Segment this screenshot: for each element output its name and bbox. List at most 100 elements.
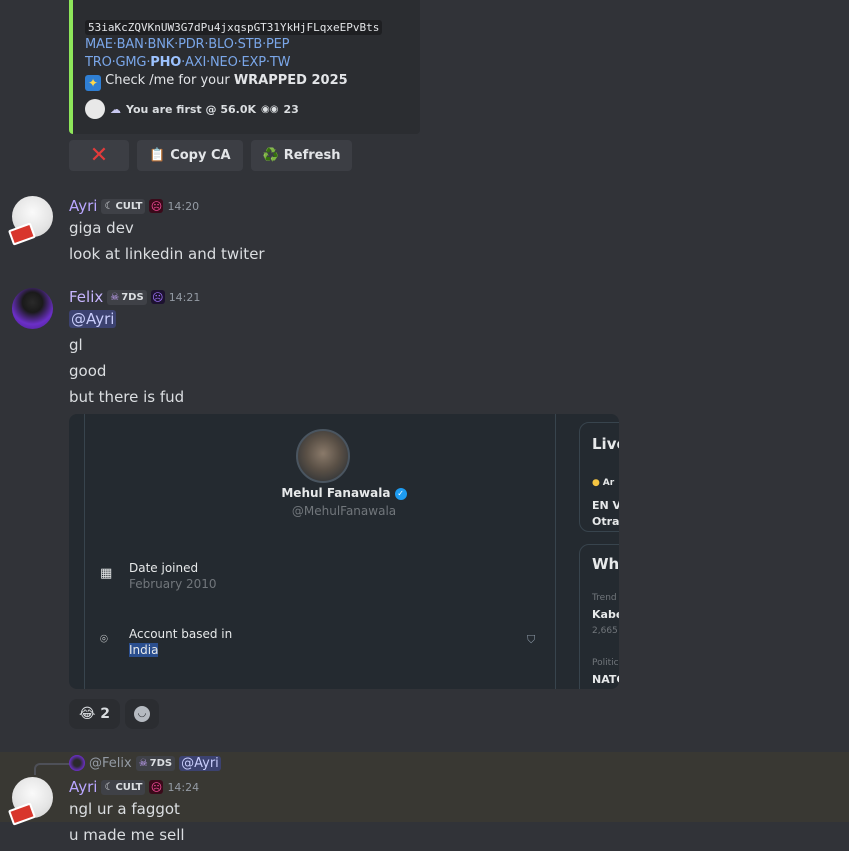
skull-icon: ☠: [110, 291, 120, 303]
clan-tag-label: 7DS: [121, 291, 144, 303]
link-row-1: MAE·BAN·BNK·PDR·BLO·STB·PEP: [85, 37, 290, 52]
link-pdr[interactable]: PDR: [178, 37, 204, 52]
add-reaction-button[interactable]: ◡: [125, 699, 159, 729]
side-card-small: ● Ar: [592, 478, 614, 488]
wrapped-prefix: Check /me for your: [105, 73, 234, 88]
reply-avatar: [69, 755, 85, 771]
message-line: giga dev: [69, 219, 134, 237]
link-exp[interactable]: EXP: [242, 55, 267, 70]
footer-text: You are first @ 56.0K: [126, 102, 257, 116]
account-based-label: Account based in: [129, 627, 233, 641]
reaction-laugh[interactable]: 😂 2: [69, 699, 120, 729]
account-based-value: India: [129, 643, 159, 657]
message-line: u made me sell: [69, 826, 185, 844]
side-card-title: Live: [592, 435, 619, 453]
link-blo[interactable]: BLO: [208, 37, 234, 52]
link-tro[interactable]: TRO: [85, 55, 112, 70]
emoji-icon: ●: [592, 478, 600, 488]
calendar-icon: ▦: [100, 566, 113, 581]
link-bnk[interactable]: BNK: [148, 37, 175, 52]
politics-label: Politic: [592, 658, 619, 668]
link-stb[interactable]: STB: [238, 37, 263, 52]
skull-icon: ☠: [138, 757, 148, 769]
action-buttons: ✕ 📋 Copy CA ♻️ Refresh: [69, 140, 353, 171]
link-ban[interactable]: BAN: [117, 37, 144, 52]
cross-icon: ✕: [89, 142, 109, 168]
link-row-2: TRO·GMG·PHO·AXI·NEO·EXP·TW: [85, 55, 290, 70]
side-card-whats-happening: Wh Trend Kabe 2,665 Politic NATC: [579, 544, 619, 689]
moon-icon: ☾: [104, 200, 114, 212]
trend-count: 2,665: [592, 626, 618, 636]
trend-label: Trend: [592, 593, 617, 603]
clan-tag[interactable]: ☾ CULT: [101, 198, 146, 214]
username[interactable]: Ayri: [69, 778, 97, 796]
ghost-icon: ☁: [110, 102, 121, 116]
link-pho[interactable]: PHO: [150, 55, 181, 70]
link-axi[interactable]: AXI: [185, 55, 206, 70]
moon-icon: ☾: [104, 781, 114, 793]
side-card-small-text: Ar: [602, 478, 615, 488]
reaction-count: 2: [100, 706, 111, 722]
wrapped-bold: WRAPPED 2025: [233, 73, 348, 88]
copy-ca-button[interactable]: 📋 Copy CA: [137, 140, 243, 171]
eyes-icon: ◉◉: [261, 103, 279, 115]
date-joined-value: February 2010: [129, 577, 217, 591]
profile-name: Mehul Fanawala: [281, 486, 391, 500]
side-card-live: Live ● Ar EN V Otra: [579, 422, 619, 532]
message-line: ngl ur a faggot: [69, 800, 180, 818]
message-line: gl: [69, 336, 83, 354]
profile-handle: @MehulFanawala: [291, 504, 397, 518]
divider: [84, 414, 85, 689]
message-line: look at linkedin and twiter: [69, 245, 265, 263]
message-line: good: [69, 362, 107, 380]
contract-address[interactable]: 53iaKcZQVKnUW3G7dPu4jxqspGT31YkHjFLqxeEP…: [85, 20, 383, 35]
username[interactable]: Felix: [69, 288, 103, 306]
clan-tag[interactable]: ☠ 7DS: [107, 289, 147, 305]
footer-count: 23: [283, 102, 299, 116]
copy-ca-label: Copy CA: [170, 148, 231, 163]
side-card-title: Wh: [592, 555, 619, 573]
embed-footer: ☁ You are first @ 56.0K ◉◉ 23: [85, 99, 299, 119]
date-joined-label: Date joined: [129, 561, 199, 575]
clipboard-icon: 📋: [149, 148, 166, 163]
avatar-felix[interactable]: [12, 288, 53, 329]
account-based-value-text: India: [129, 643, 159, 657]
side-card-line: Otra: [592, 515, 619, 528]
avatar-badge-icon: [7, 222, 37, 246]
user-mention[interactable]: @Ayri: [69, 310, 117, 328]
reply-connector: [34, 763, 70, 775]
role-icon: ☹: [149, 780, 164, 794]
clan-tag-label: 7DS: [149, 757, 173, 769]
reply-mention[interactable]: @Ayri: [179, 755, 221, 771]
politics-name: NATC: [592, 673, 619, 686]
username[interactable]: Ayri: [69, 197, 97, 215]
profile-avatar: [296, 429, 350, 483]
clan-tag[interactable]: ☾ CULT: [101, 779, 146, 795]
image-attachment[interactable]: Mehul Fanawala ✓ @MehulFanawala ▦ Date j…: [69, 414, 619, 689]
refresh-button[interactable]: ♻️ Refresh: [250, 140, 353, 171]
shield-icon: ⛉: [527, 633, 536, 646]
message-line: @Ayri: [69, 310, 117, 328]
link-tw[interactable]: TW: [270, 55, 291, 70]
sparkle-icon: ✦: [85, 75, 101, 91]
message-line: but there is fud: [69, 388, 185, 406]
footer-avatar: [85, 99, 105, 119]
link-pep[interactable]: PEP: [266, 37, 289, 52]
role-icon: ☹: [150, 290, 165, 304]
side-card-line: EN V: [592, 499, 619, 512]
refresh-label: Refresh: [283, 148, 341, 163]
divider: [555, 414, 556, 689]
link-neo[interactable]: NEO: [210, 55, 238, 70]
role-icon: ☹: [149, 199, 164, 213]
link-mae[interactable]: MAE: [85, 37, 113, 52]
clan-tag-label: CULT: [115, 781, 143, 793]
timestamp: 14:21: [168, 290, 201, 304]
reply-preview[interactable]: @Felix ☠ 7DS @Ayri: [69, 755, 221, 771]
smiley-add-icon: ◡: [134, 706, 150, 722]
close-button[interactable]: ✕: [69, 140, 129, 171]
verified-icon: ✓: [394, 487, 407, 500]
reply-author[interactable]: @Felix: [89, 756, 132, 771]
wrapped-line: ✦ Check /me for your WRAPPED 2025: [85, 73, 348, 91]
profile-name-row: Mehul Fanawala ✓: [69, 486, 619, 500]
link-gmg[interactable]: GMG: [116, 55, 147, 70]
